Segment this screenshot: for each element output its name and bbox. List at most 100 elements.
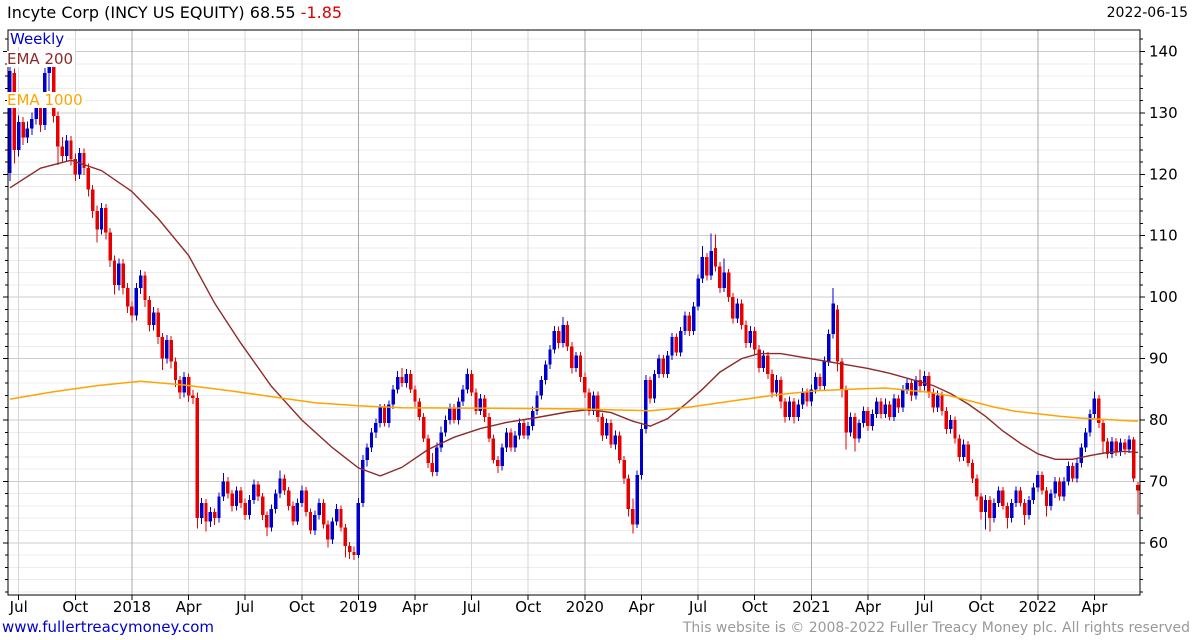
x-axis-label: Jul — [914, 598, 933, 616]
candle — [622, 456, 626, 484]
candle — [1136, 482, 1140, 515]
candle — [696, 274, 700, 311]
candle — [247, 494, 252, 520]
candle — [134, 283, 138, 321]
candle — [21, 117, 25, 145]
y-axis-label: 130 — [1149, 104, 1178, 122]
candle — [539, 375, 544, 400]
candle — [513, 431, 517, 452]
candle — [809, 384, 814, 406]
price-chart[interactable]: Jul Oct 2018 Apr Jul Oct 2019 Apr Jul Oct 2020 Apr J… — [0, 0, 1195, 616]
candle — [217, 492, 221, 523]
candle — [12, 68, 17, 164]
candle — [988, 496, 992, 532]
x-axis-label: Apr — [176, 598, 203, 616]
candle — [221, 472, 226, 502]
candle — [474, 388, 478, 415]
candle — [308, 508, 313, 535]
candle — [347, 542, 352, 559]
site-link[interactable]: www.fullertreacymoney.com — [2, 618, 214, 636]
x-axis-label: 2018 — [113, 598, 151, 616]
candle — [469, 370, 474, 397]
candle — [944, 407, 949, 435]
candle — [269, 504, 273, 532]
candle — [1062, 477, 1066, 502]
x-axis-label: Apr — [1081, 598, 1108, 616]
candle — [535, 391, 539, 416]
candle — [395, 370, 400, 394]
candle — [818, 373, 822, 392]
x-axis-label: Apr — [628, 598, 655, 616]
candle — [726, 268, 731, 303]
candle — [1131, 437, 1136, 482]
candle — [343, 523, 348, 558]
x-axis-label: Jul — [462, 598, 481, 616]
candle — [635, 470, 639, 529]
candle — [291, 501, 295, 526]
candle — [287, 486, 291, 511]
candle — [687, 311, 692, 336]
candle — [796, 399, 800, 422]
candle — [160, 332, 165, 371]
candle — [783, 397, 787, 423]
candle — [212, 508, 217, 525]
candle — [265, 511, 269, 537]
candle — [604, 418, 609, 440]
candle — [260, 493, 265, 521]
candle — [369, 427, 374, 452]
candle — [408, 370, 413, 393]
candle — [1009, 499, 1014, 523]
candle — [744, 320, 748, 349]
candle — [64, 135, 69, 161]
candle — [121, 259, 125, 295]
candle — [186, 373, 191, 403]
candle — [957, 434, 962, 462]
y-axis-label: 90 — [1149, 350, 1168, 368]
x-axis-label: Jul — [9, 598, 28, 616]
candle — [361, 454, 365, 508]
candle — [1105, 437, 1110, 459]
candle — [1036, 470, 1040, 492]
candle — [861, 406, 866, 428]
candle — [256, 480, 260, 502]
x-axis-label: 2019 — [339, 598, 377, 616]
candle — [670, 332, 674, 360]
candle — [522, 419, 526, 440]
candle — [73, 153, 78, 182]
x-axis-label: 2020 — [566, 598, 604, 616]
candle — [652, 370, 657, 403]
candle — [905, 378, 909, 395]
candle — [339, 505, 343, 532]
grid — [3, 29, 1145, 600]
candle — [583, 372, 587, 398]
x-axis-label: Apr — [855, 598, 882, 616]
candle — [143, 271, 147, 307]
candle — [548, 345, 552, 369]
ema200-line — [9, 159, 1138, 477]
candle — [748, 326, 753, 348]
candle — [1044, 486, 1049, 517]
candle — [835, 305, 840, 372]
x-axis-label: Jul — [688, 598, 707, 616]
candle — [722, 258, 726, 293]
candle — [234, 486, 239, 511]
candle — [552, 326, 557, 354]
y-axis-label: 80 — [1149, 411, 1168, 429]
page: { "header": { "title": "Incyte Corp (INC… — [0, 0, 1195, 640]
candle — [147, 295, 152, 332]
candle — [557, 326, 561, 349]
candle — [1031, 483, 1036, 505]
candle — [543, 360, 548, 385]
candle — [321, 499, 326, 529]
candle — [992, 498, 996, 523]
candle — [757, 345, 761, 373]
x-axis-label: Oct — [515, 598, 541, 616]
candle — [317, 498, 321, 520]
candle — [600, 413, 604, 441]
candle — [1114, 437, 1118, 457]
candle — [609, 419, 613, 449]
candle — [1097, 394, 1101, 428]
candle — [95, 205, 99, 243]
candle — [443, 415, 448, 437]
candle — [1070, 462, 1075, 482]
